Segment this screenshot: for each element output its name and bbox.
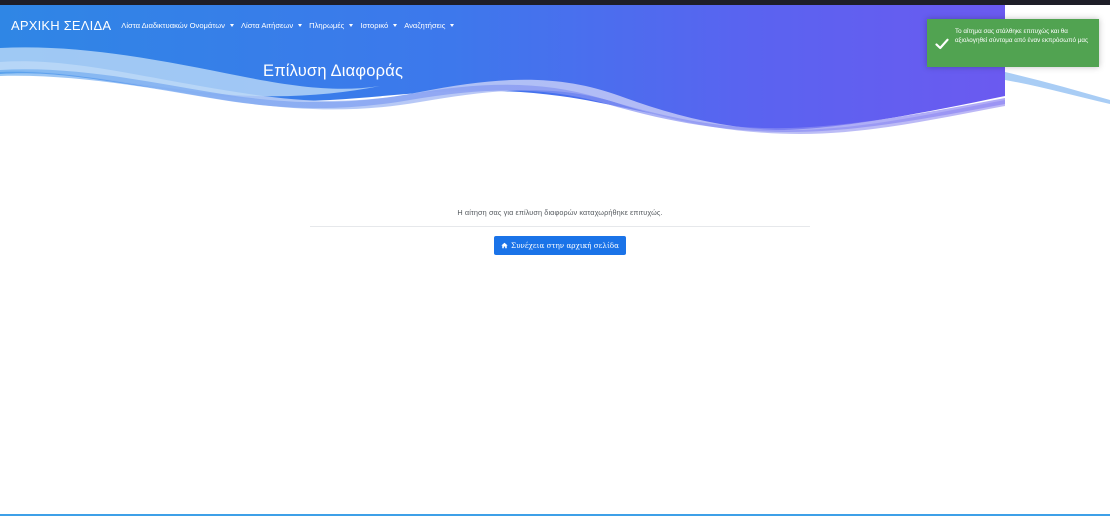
nav-item-label: Πληρωμές [309, 20, 345, 30]
nav-item-label: Λίστα Αιτήσεων [240, 20, 294, 30]
divider [310, 226, 810, 227]
home-link[interactable]: ΑΡΧΙΚΗ ΣΕΛΙΔΑ [11, 18, 111, 33]
nav-item-label: Λίστα Διαδικτυακών Ονομάτων [121, 20, 225, 30]
main-content: Η αίτηση σας για επίλυση διαφορών καταχω… [310, 207, 810, 255]
top-navbar: ΑΡΧΙΚΗ ΣΕΛΙΔΑ Λίστα Διαδικτυακών Ονομάτω… [0, 12, 920, 38]
caret-down-icon [393, 24, 398, 27]
caret-down-icon [229, 24, 234, 27]
nav-item-label: Ιστορικό [360, 20, 389, 30]
nav-applications-list[interactable]: Λίστα Αιτήσεων [240, 20, 303, 30]
page-title: Επίλυση Διαφοράς [263, 62, 404, 80]
caret-down-icon [349, 24, 354, 27]
success-toast[interactable]: Το αίτημα σας στάλθηκε επιτυχώς και θα α… [927, 19, 1099, 67]
caret-down-icon [450, 24, 455, 27]
footer-border [0, 514, 1110, 516]
continue-button-label: Συνέχεια στην αρχική σελίδα [511, 241, 619, 250]
continue-home-button[interactable]: Συνέχεια στην αρχική σελίδα [494, 236, 626, 255]
success-message: Η αίτηση σας για επίλυση διαφορών καταχω… [457, 208, 663, 217]
nav-history[interactable]: Ιστορικό [360, 20, 398, 30]
home-icon [501, 242, 508, 249]
nav-domain-names-list[interactable]: Λίστα Διαδικτυακών Ονομάτων [121, 21, 234, 30]
toast-message: Το αίτημα σας στάλθηκε επιτυχώς και θα α… [955, 28, 1089, 45]
top-border [0, 0, 1110, 5]
nav-searches[interactable]: Αναζητήσεις [404, 20, 455, 30]
nav-item-label: Αναζητήσεις [404, 20, 446, 30]
nav-payments[interactable]: Πληρωμές [309, 20, 354, 30]
caret-down-icon [298, 24, 303, 27]
checkmark-icon [935, 38, 949, 50]
